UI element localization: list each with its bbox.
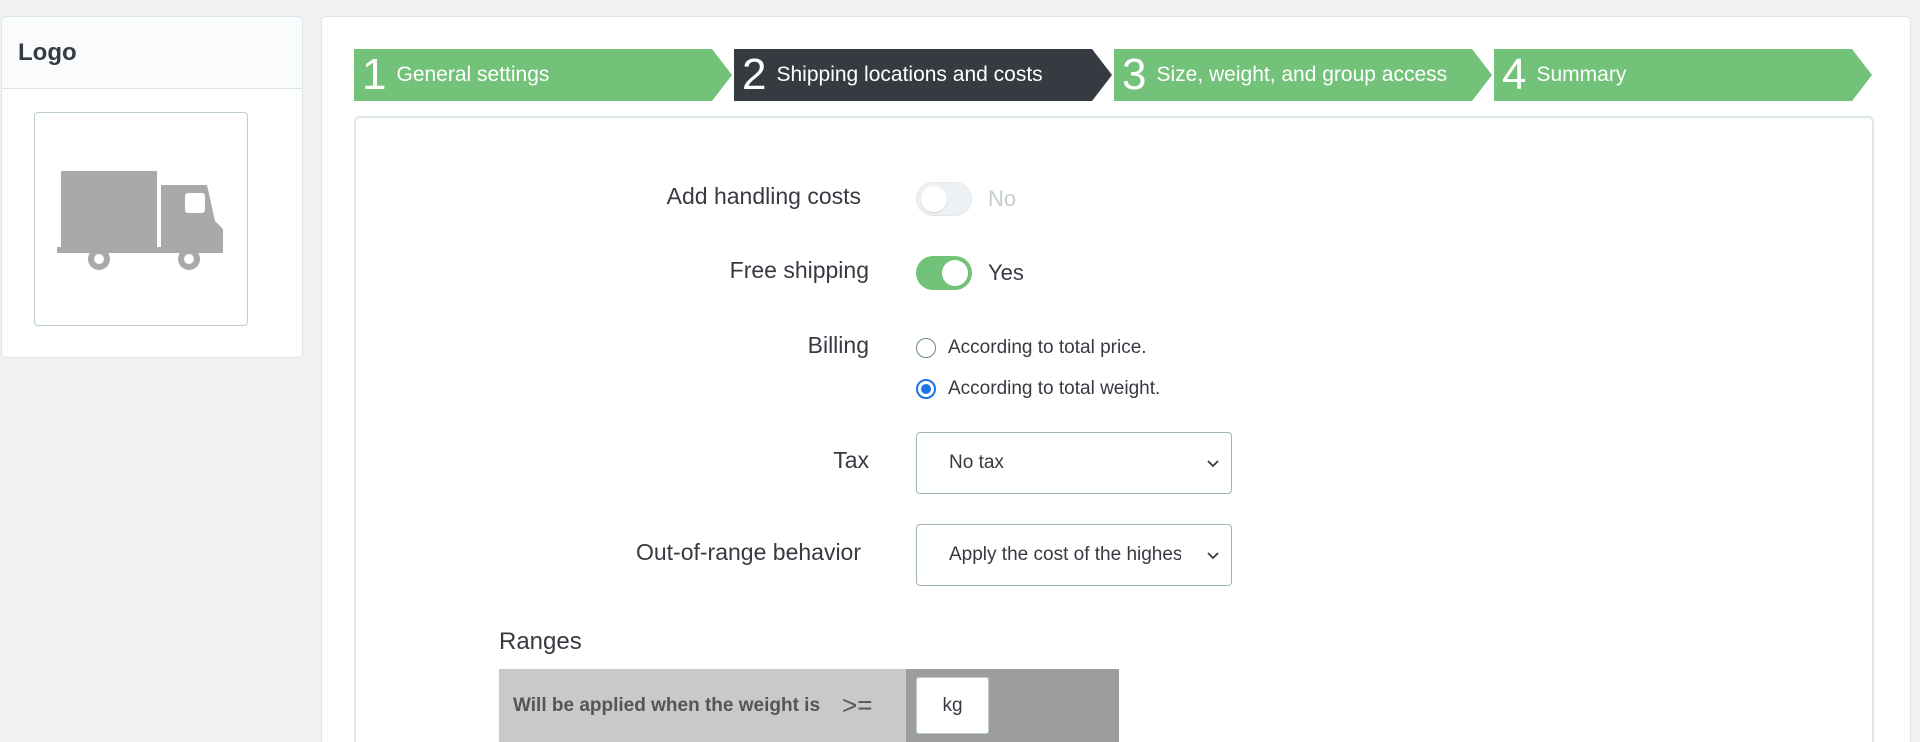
free-shipping-value: Yes [988,260,1024,285]
step-label: Summary [1536,63,1627,86]
free-shipping-label: Free shipping [729,257,869,283]
chevron-down-icon [1207,460,1219,468]
tax-select[interactable]: No tax [916,432,1232,494]
range-condition-label: Will be applied when the weight is [513,694,821,716]
step-number: 3 [1122,50,1147,99]
toggle-knob [942,260,968,286]
logo-panel: Logo [1,16,303,358]
out-of-range-select[interactable]: Apply the cost of the highest defined ra… [916,524,1232,586]
chevron-down-icon [1207,552,1219,560]
handling-costs-toggle[interactable] [916,182,972,216]
weight-unit-input[interactable]: kg [916,677,989,734]
ranges-title: Ranges [499,628,582,655]
toggle-knob [921,186,947,212]
step-number: 1 [362,50,387,99]
billing-price-label[interactable]: According to total price. [948,337,1147,359]
free-shipping-toggle[interactable] [916,256,972,290]
range-input-cell: kg [906,669,1119,742]
handling-costs-label: Add handling costs [666,183,861,209]
step-label: Size, weight, and group access [1156,63,1448,86]
billing-label: Billing [807,332,869,358]
truck-icon [57,171,223,270]
range-condition-row: Will be applied when the weight is >= kg [499,669,1119,742]
handling-costs-value: No [988,186,1017,211]
out-of-range-label: Out-of-range behavior [635,539,861,565]
logo-panel-title: Logo [2,17,302,89]
step-label: Shipping locations and costs [776,63,1043,86]
step-label: General settings [396,63,550,86]
step-size-weight[interactable]: 3 Size, weight, and group access [1114,49,1492,101]
tax-select-value: No tax [949,452,1004,473]
step-number: 4 [1502,50,1527,99]
weight-unit: kg [942,694,963,716]
billing-weight-radio[interactable] [916,379,936,399]
step-general-settings[interactable]: 1 General settings [354,49,732,101]
billing-price-radio[interactable] [916,338,936,358]
tax-label: Tax [833,447,869,473]
billing-weight-label[interactable]: According to total weight. [948,378,1160,400]
form-container [354,116,1874,742]
logo-image[interactable] [34,112,248,326]
wizard-steps: 1 General settings 2 Shipping locations … [354,49,1874,101]
range-condition: Will be applied when the weight is >= [499,669,906,742]
out-of-range-select-value: Apply the cost of the highest defined ra… [949,544,1181,565]
step-shipping-locations[interactable]: 2 Shipping locations and costs [734,49,1112,101]
step-summary[interactable]: 4 Summary [1494,49,1872,101]
step-number: 2 [742,50,767,99]
range-operator: >= [842,690,873,720]
